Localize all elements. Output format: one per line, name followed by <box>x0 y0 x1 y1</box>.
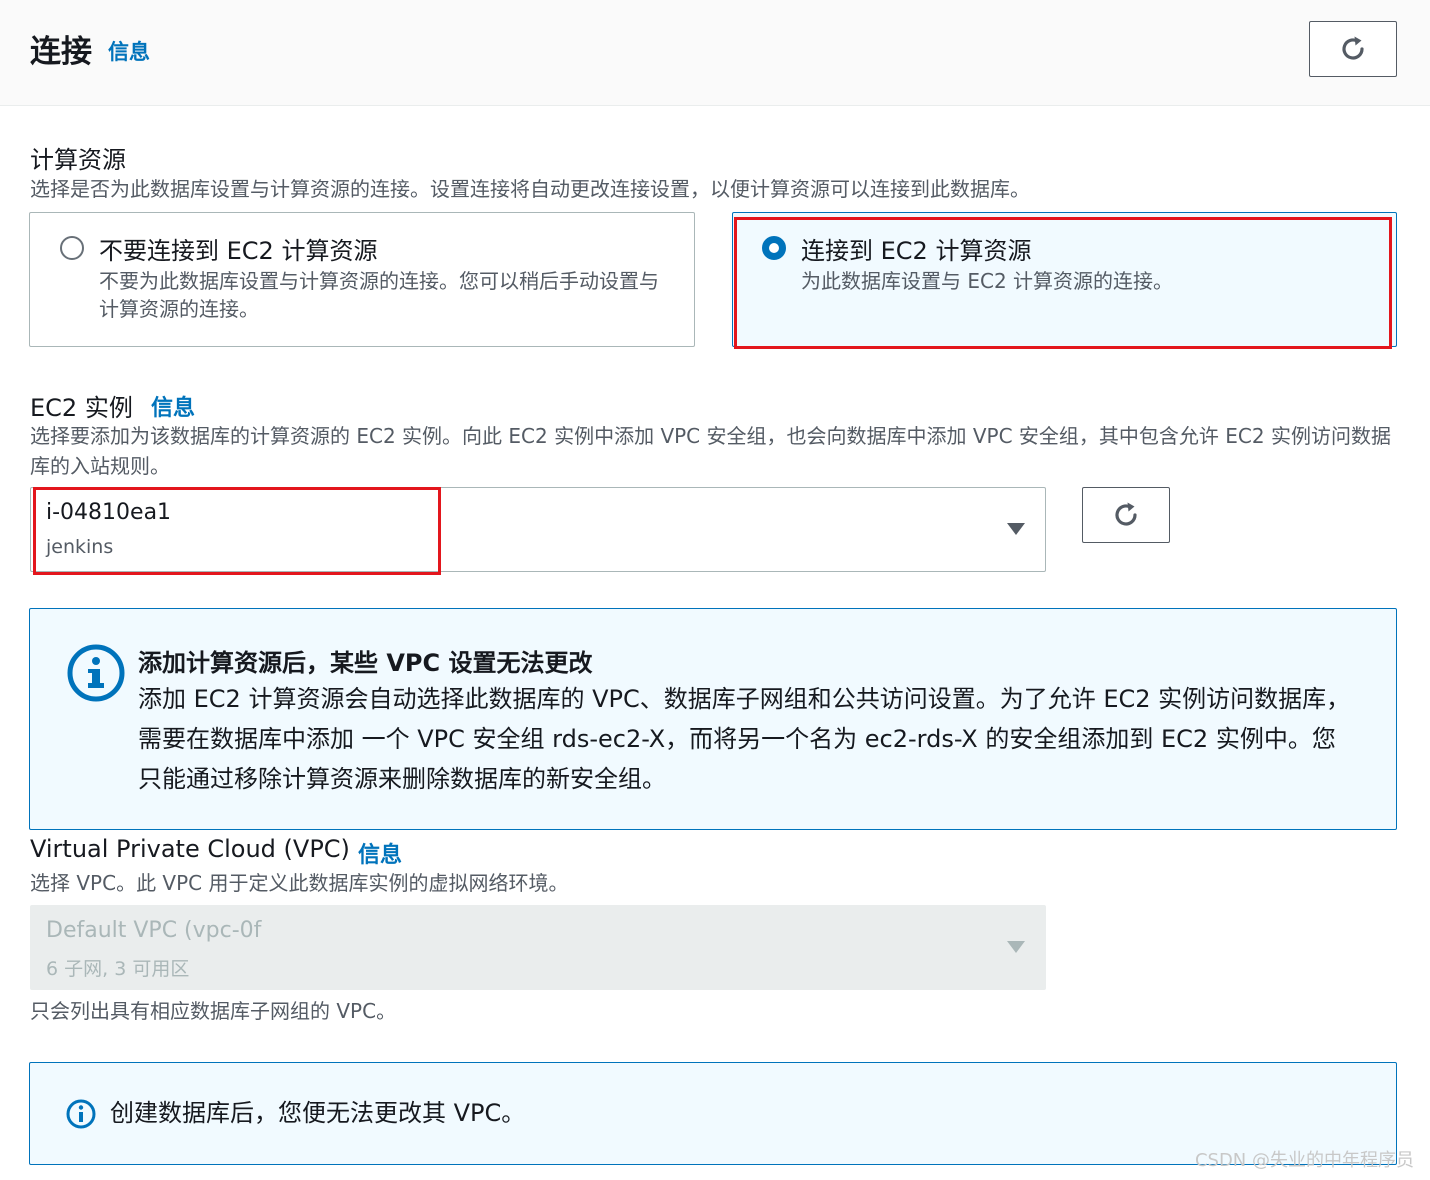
radio-connect-ec2[interactable] <box>762 236 786 260</box>
ec2-instance-name: jenkins <box>46 536 114 558</box>
vpc-value: Default VPC (vpc-0f <box>46 918 262 943</box>
info-alert-vpc-immutable: 创建数据库后，您便无法更改其 VPC。 <box>29 1062 1397 1165</box>
chevron-down-icon <box>1007 523 1025 535</box>
vpc-hint: 只会列出具有相应数据库子网组的 VPC。 <box>30 999 397 1023</box>
header-info-link[interactable]: 信息 <box>108 36 150 66</box>
info-alert-title: 添加计算资源后，某些 VPC 设置无法更改 <box>138 649 593 677</box>
redaction-mark <box>262 920 512 946</box>
redaction-mark <box>176 500 284 526</box>
vpc-select: Default VPC (vpc-0f 6 子网, 3 可用区 <box>30 905 1046 990</box>
vpc-description: 选择 VPC。此 VPC 用于定义此数据库实例的虚拟网络环境。 <box>30 871 569 895</box>
chevron-down-icon <box>1007 941 1025 953</box>
ec2-instance-description: 选择要添加为该数据库的计算资源的 EC2 实例。向此 EC2 实例中添加 VPC… <box>30 424 1391 478</box>
tile-no-connect-title: 不要连接到 EC2 计算资源 <box>99 237 378 265</box>
ec2-refresh-button[interactable] <box>1082 487 1170 543</box>
info-alert-body: 添加 EC2 计算资源会自动选择此数据库的 VPC、数据库子网组和公共访问设置。… <box>138 685 1351 793</box>
info-alert-vpc-settings: 添加计算资源后，某些 VPC 设置无法更改 添加 EC2 计算资源会自动选择此数… <box>29 608 1397 830</box>
tile-connect-ec2-description: 为此数据库设置与 EC2 计算资源的连接。 <box>801 269 1174 293</box>
watermark: CSDN @失业的中年程序员 <box>1194 1150 1414 1171</box>
refresh-icon <box>1115 502 1137 526</box>
radio-no-connect[interactable] <box>60 236 84 260</box>
tile-connect-ec2[interactable]: 连接到 EC2 计算资源 为此数据库设置与 EC2 计算资源的连接。 <box>732 212 1397 347</box>
section-header: 连接 信息 <box>0 0 1430 106</box>
vpc-info-link[interactable]: 信息 <box>358 837 402 869</box>
tile-connect-ec2-title: 连接到 EC2 计算资源 <box>801 237 1032 265</box>
compute-resource-label: 计算资源 <box>30 146 126 174</box>
header-refresh-button[interactable] <box>1309 21 1397 77</box>
info-alert-body: 创建数据库后，您便无法更改其 VPC。 <box>110 1099 526 1127</box>
ec2-info-link[interactable]: 信息 <box>151 390 195 422</box>
compute-resource-description: 选择是否为此数据库设置与计算资源的连接。设置连接将自动更改连接设置，以便计算资源… <box>30 177 1030 201</box>
tile-no-connect[interactable]: 不要连接到 EC2 计算资源 不要为此数据库设置与计算资源的连接。您可以稍后手动… <box>29 212 695 347</box>
vpc-label: Virtual Private Cloud (VPC) <box>30 835 350 863</box>
info-icon <box>67 644 125 702</box>
section-title: 连接 <box>30 34 92 70</box>
refresh-icon <box>1342 36 1364 60</box>
info-icon <box>66 1099 96 1129</box>
vpc-subnets: 6 子网, 3 可用区 <box>46 958 190 980</box>
ec2-instance-label: EC2 实例 <box>30 394 133 422</box>
tile-no-connect-description: 不要为此数据库设置与计算资源的连接。您可以稍后手动设置与计算资源的连接。 <box>99 269 659 321</box>
